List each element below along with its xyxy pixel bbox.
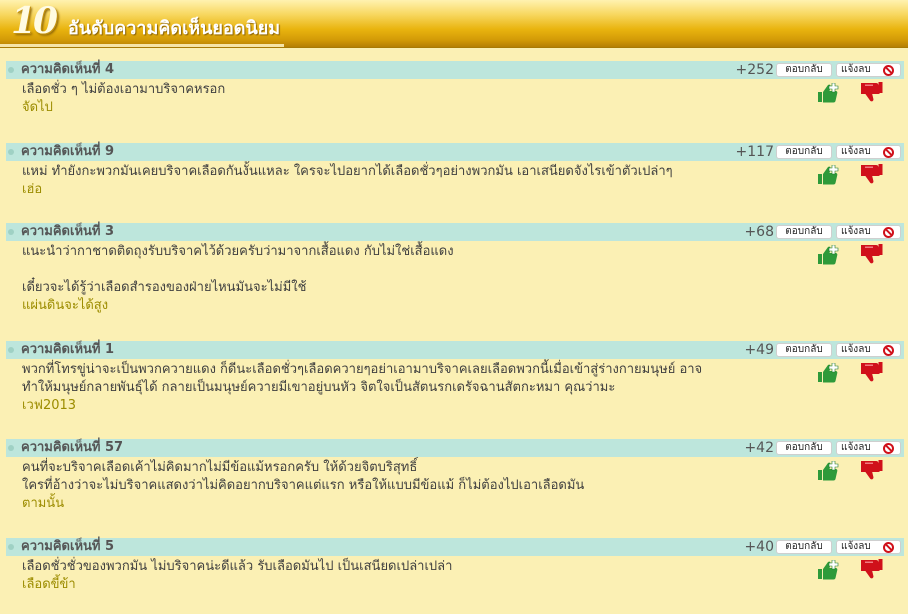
bar-corner [8, 347, 14, 353]
thumbs-up-plus-icon[interactable] [817, 164, 839, 185]
comment-item: ความคิดเห็นที่ 5 +40 ตอบกลับ แจ้งลบ เลือ… [6, 538, 904, 594]
bar-corner [8, 149, 14, 155]
comment-text: ทำให้มนุษย์กลายพันธุ์ได้ กลายเป็นมนุษย์ค… [22, 380, 616, 395]
comment-text: แนะนำว่ากาชาดติดถุงรับบริจาคไว้ด้วยครับว… [22, 244, 454, 259]
comment-text: คนที่จะบริจาคเลือดเค้าไม่คิดมากไม่มีข้อแ… [22, 460, 418, 475]
comment-score: +68 [744, 224, 774, 240]
report-button[interactable]: แจ้งลบ [836, 540, 901, 554]
comment-body: แนะนำว่ากาชาดติดถุงรับบริจาคไว้ด้วยครับว… [6, 241, 904, 315]
comment-body: คนที่จะบริจาคเลือดเค้าไม่คิดมากไม่มีข้อแ… [6, 457, 904, 513]
comment-score: +49 [744, 342, 774, 358]
comment-score: +252 [735, 62, 774, 78]
no-entry-icon [883, 443, 894, 454]
top-number-badge: 10 [11, 0, 58, 42]
report-label: แจ้งลบ [841, 64, 871, 75]
comment-author[interactable]: เฮ่อ [22, 181, 774, 199]
comment-number: ความคิดเห็นที่ 57 [21, 440, 124, 455]
comment-number: ความคิดเห็นที่ 9 [21, 144, 115, 159]
comment-item: ความคิดเห็นที่ 1 +49 ตอบกลับ แจ้งลบ พวกท… [6, 341, 904, 415]
comment-item: ความคิดเห็นที่ 9 +117 ตอบกลับ แจ้งลบ แหม… [6, 143, 904, 199]
comment-text: พวกที่โทรขู่น่าจะเป็นพวกควายแดง ก็ดีนะเล… [22, 362, 703, 377]
thumbs-down-icon[interactable] [859, 81, 883, 103]
reply-button[interactable]: ตอบกลับ [776, 441, 832, 455]
comment-item: ความคิดเห็นที่ 57 +42 ตอบกลับ แจ้งลบ คนท… [6, 439, 904, 513]
thumbs-down-icon[interactable] [859, 558, 883, 580]
comment-body: แหม่ ทำยังกะพวกมันเคยบริจาคเลือดกันงั้นแ… [6, 161, 904, 199]
comment-author[interactable]: แผ่นดินจะได้สูง [22, 297, 774, 315]
header-underline [0, 44, 284, 47]
comment-author[interactable]: จัดไป [22, 99, 774, 117]
comment-title-bar: ความคิดเห็นที่ 4 +252 ตอบกลับ แจ้งลบ [6, 61, 904, 79]
comment-text: เลือดชั่วชั่วของพวกมัน ไม่บริจาคน่ะดีแล้… [22, 559, 453, 574]
reply-button[interactable]: ตอบกลับ [776, 540, 832, 554]
thumbs-up-plus-icon[interactable] [817, 82, 839, 103]
comment-item: ความคิดเห็นที่ 3 +68 ตอบกลับ แจ้งลบ แนะน… [6, 223, 904, 315]
bar-corner [8, 67, 14, 73]
reply-button[interactable]: ตอบกลับ [776, 343, 832, 357]
no-entry-icon [883, 227, 894, 238]
thumbs-up-plus-icon[interactable] [817, 460, 839, 481]
comment-author[interactable]: เลือดขี้ข้า [22, 576, 774, 594]
comment-title-bar: ความคิดเห็นที่ 57 +42 ตอบกลับ แจ้งลบ [6, 439, 904, 457]
report-label: แจ้งลบ [841, 442, 871, 453]
comment-title-bar: ความคิดเห็นที่ 5 +40 ตอบกลับ แจ้งลบ [6, 538, 904, 556]
report-label: แจ้งลบ [841, 146, 871, 157]
no-entry-icon [883, 65, 894, 76]
page-header: 10 อันดับความคิดเห็นยอดนิยม [0, 0, 908, 48]
reply-button[interactable]: ตอบกลับ [776, 145, 832, 159]
report-button[interactable]: แจ้งลบ [836, 441, 901, 455]
page-title: อันดับความคิดเห็นยอดนิยม [68, 18, 281, 39]
comment-score: +117 [735, 144, 774, 160]
comment-number: ความคิดเห็นที่ 1 [21, 342, 115, 357]
comment-text: แหม่ ทำยังกะพวกมันเคยบริจาคเลือดกันงั้นแ… [22, 164, 673, 179]
comment-text: เลือดชั่ว ๆ ไม่ต้องเอามาบริจาคหรอก [22, 82, 226, 97]
comment-body: เลือดชั่ว ๆ ไม่ต้องเอามาบริจาคหรอก จัดไป [6, 79, 904, 117]
no-entry-icon [883, 542, 894, 553]
comment-score: +42 [744, 440, 774, 456]
no-entry-icon [883, 345, 894, 356]
comment-text: ใครที่อ้างว่าจะไม่บริจาคแสดงว่าไม่คิดอยา… [22, 478, 585, 493]
comment-title-bar: ความคิดเห็นที่ 9 +117 ตอบกลับ แจ้งลบ [6, 143, 904, 161]
bar-corner [8, 445, 14, 451]
comment-author[interactable]: ตามนั้น [22, 495, 774, 513]
bar-corner [8, 229, 14, 235]
report-button[interactable]: แจ้งลบ [836, 343, 901, 357]
thumbs-down-icon[interactable] [859, 163, 883, 185]
comment-number: ความคิดเห็นที่ 5 [21, 539, 115, 554]
comment-number: ความคิดเห็นที่ 4 [21, 62, 115, 77]
report-label: แจ้งลบ [841, 541, 871, 552]
thumbs-down-icon[interactable] [859, 361, 883, 383]
comment-title-bar: ความคิดเห็นที่ 3 +68 ตอบกลับ แจ้งลบ [6, 223, 904, 241]
thumbs-up-plus-icon[interactable] [817, 244, 839, 265]
comment-author[interactable]: เวฟ2013 [22, 397, 774, 415]
report-label: แจ้งลบ [841, 344, 871, 355]
thumbs-down-icon[interactable] [859, 459, 883, 481]
report-button[interactable]: แจ้งลบ [836, 225, 901, 239]
reply-button[interactable]: ตอบกลับ [776, 225, 832, 239]
comment-body: พวกที่โทรขู่น่าจะเป็นพวกควายแดง ก็ดีนะเล… [6, 359, 904, 415]
report-label: แจ้งลบ [841, 226, 871, 237]
comment-score: +40 [744, 539, 774, 555]
no-entry-icon [883, 147, 894, 158]
comment-number: ความคิดเห็นที่ 3 [21, 224, 115, 239]
thumbs-down-icon[interactable] [859, 243, 883, 265]
comment-item: ความคิดเห็นที่ 4 +252 ตอบกลับ แจ้งลบ เลื… [6, 61, 904, 117]
report-button[interactable]: แจ้งลบ [836, 63, 901, 77]
comment-body: เลือดชั่วชั่วของพวกมัน ไม่บริจาคน่ะดีแล้… [6, 556, 904, 594]
comment-title-bar: ความคิดเห็นที่ 1 +49 ตอบกลับ แจ้งลบ [6, 341, 904, 359]
reply-button[interactable]: ตอบกลับ [776, 63, 832, 77]
comment-text: เดี๋ยวจะได้รู้ว่าเลือดสำรองของฝ่ายไหนมัน… [22, 280, 307, 295]
bar-corner [8, 544, 14, 550]
report-button[interactable]: แจ้งลบ [836, 145, 901, 159]
thumbs-up-plus-icon[interactable] [817, 559, 839, 580]
thumbs-up-plus-icon[interactable] [817, 362, 839, 383]
